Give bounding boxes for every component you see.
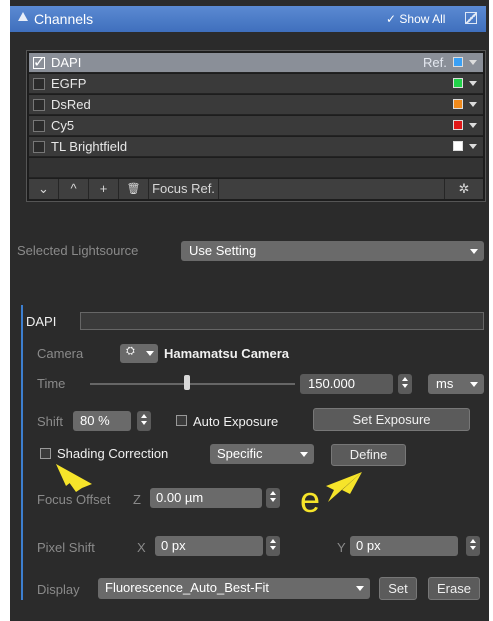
shading-mode-value: Specific xyxy=(217,446,263,461)
color-swatch[interactable] xyxy=(453,78,463,88)
channel-label: DAPI xyxy=(51,55,82,70)
channel-label: DsRed xyxy=(51,97,91,112)
color-swatch[interactable] xyxy=(453,99,463,109)
time-label: Time xyxy=(37,376,66,391)
shift-input[interactable]: 80 % xyxy=(73,411,131,431)
shift-label: Shift xyxy=(37,414,64,429)
pixel-shift-y-label: Y xyxy=(337,540,346,555)
focus-offset-stepper[interactable] xyxy=(266,488,280,508)
color-swatch[interactable] xyxy=(453,57,463,67)
define-button[interactable]: Define xyxy=(331,444,406,466)
channel-row-tl-brightfield[interactable]: TL Brightfield xyxy=(29,137,483,157)
pixel-shift-x-input[interactable]: 0 px xyxy=(155,536,263,556)
chevron-down-icon xyxy=(300,452,308,457)
annotation-arrow-define xyxy=(326,472,362,502)
channel-checkbox[interactable] xyxy=(33,120,45,132)
shift-value: 80 % xyxy=(80,413,110,428)
lightsource-value: Use Setting xyxy=(189,243,257,258)
pixel-shift-label: Pixel Shift xyxy=(37,540,95,555)
time-slider[interactable] xyxy=(90,383,295,385)
channel-label: EGFP xyxy=(51,76,87,91)
focus-axis-label: Z xyxy=(133,492,141,507)
focus-offset-value: 0.00 µm xyxy=(156,490,204,505)
display-label: Display xyxy=(37,582,80,597)
pixel-shift-y-value: 0 px xyxy=(356,538,381,553)
pixel-shift-y-input[interactable]: 0 px xyxy=(350,536,458,556)
set-display-button[interactable]: Set xyxy=(379,577,417,600)
settings-gear-icon[interactable]: ✲ xyxy=(444,179,483,199)
display-setting-value: Fluorescence_Auto_Best-Fit xyxy=(105,580,270,595)
channel-label: Cy5 xyxy=(51,118,75,133)
channel-row-dapi[interactable]: ✓ DAPI Ref. xyxy=(29,53,483,73)
display-setting-select[interactable]: Fluorescence_Auto_Best-Fit xyxy=(98,578,370,599)
bookmark-icon[interactable] xyxy=(465,12,477,24)
lightsource-label: Selected Lightsource xyxy=(17,243,139,258)
chevron-down-icon[interactable] xyxy=(469,144,477,149)
panel-header[interactable]: Channels ✓ Show All xyxy=(10,6,486,32)
show-all-toggle[interactable]: ✓ Show All xyxy=(386,12,445,26)
channel-label: TL Brightfield xyxy=(51,139,128,154)
time-stepper[interactable] xyxy=(398,374,412,394)
channel-checkbox[interactable] xyxy=(33,141,45,153)
pixel-shift-x-label: X xyxy=(137,540,146,555)
focus-ref-button[interactable]: Focus Ref. xyxy=(149,179,219,199)
chevron-down-icon xyxy=(356,586,364,591)
collapse-triangle-icon[interactable] xyxy=(18,12,28,21)
section-name-field[interactable] xyxy=(80,312,484,330)
channel-checkbox[interactable] xyxy=(33,78,45,90)
move-up-button[interactable]: ^ xyxy=(59,179,89,199)
shift-stepper[interactable] xyxy=(137,411,151,431)
add-channel-button[interactable]: + xyxy=(89,179,119,199)
channel-row-empty xyxy=(29,158,483,178)
shading-mode-select[interactable]: Specific xyxy=(210,444,314,464)
camera-label: Camera xyxy=(37,346,84,361)
focus-offset-input[interactable]: 0.00 µm xyxy=(150,488,262,508)
color-swatch[interactable] xyxy=(453,120,463,130)
lightsource-select[interactable]: Use Setting xyxy=(181,241,484,261)
channel-list: ✓ DAPI Ref. EGFP DsRed Cy5 TL Brightfiel… xyxy=(26,50,486,202)
pixel-shift-x-stepper[interactable] xyxy=(266,536,280,556)
chevron-down-icon[interactable] xyxy=(469,81,477,86)
camera-select[interactable]: ⛭ xyxy=(120,344,158,363)
channel-checkbox[interactable] xyxy=(33,99,45,111)
chevron-down-icon[interactable] xyxy=(469,123,477,128)
color-swatch[interactable] xyxy=(453,141,463,151)
pixel-shift-x-value: 0 px xyxy=(161,538,186,553)
time-unit-select[interactable]: ms xyxy=(428,374,484,394)
auto-exposure-checkbox[interactable] xyxy=(176,415,187,426)
channel-row-cy5[interactable]: Cy5 xyxy=(29,116,483,136)
chevron-down-icon[interactable] xyxy=(469,60,477,65)
camera-icon: ⛭ xyxy=(126,345,135,357)
auto-exposure-label: Auto Exposure xyxy=(193,414,279,429)
trash-icon[interactable]: 🗑 xyxy=(119,179,149,199)
chevron-down-icon xyxy=(470,249,478,254)
shading-correction-checkbox[interactable] xyxy=(40,448,51,459)
section-title: DAPI xyxy=(26,314,57,329)
move-down-button[interactable]: ⌄ xyxy=(29,179,59,199)
channel-row-dsred[interactable]: DsRed xyxy=(29,95,483,115)
channel-row-egfp[interactable]: EGFP xyxy=(29,74,483,94)
annotation-arrow-shading xyxy=(56,464,92,492)
time-unit: ms xyxy=(436,376,454,391)
channel-checkbox[interactable]: ✓ xyxy=(33,54,46,71)
section-accent-line xyxy=(21,305,23,600)
focus-offset-label: Focus Offset xyxy=(37,492,111,507)
time-value: 150.000 xyxy=(308,376,355,391)
set-exposure-button[interactable]: Set Exposure xyxy=(313,408,470,431)
channel-toolbar: ⌄ ^ + 🗑 Focus Ref. ✲ xyxy=(29,179,483,199)
chevron-down-icon xyxy=(146,351,154,356)
time-input[interactable]: 150.000 xyxy=(300,374,393,394)
reference-label: Ref. xyxy=(423,55,447,70)
camera-name: Hamamatsu Camera xyxy=(164,346,290,361)
chevron-down-icon[interactable] xyxy=(469,102,477,107)
chevron-down-icon xyxy=(470,382,478,387)
annotation-letter: e xyxy=(300,479,321,520)
erase-button[interactable]: Erase xyxy=(428,577,480,600)
panel-title: Channels xyxy=(34,11,94,27)
checkmark-icon: ✓ xyxy=(33,54,46,71)
time-slider-handle[interactable] xyxy=(184,375,190,390)
pixel-shift-y-stepper[interactable] xyxy=(466,536,480,556)
